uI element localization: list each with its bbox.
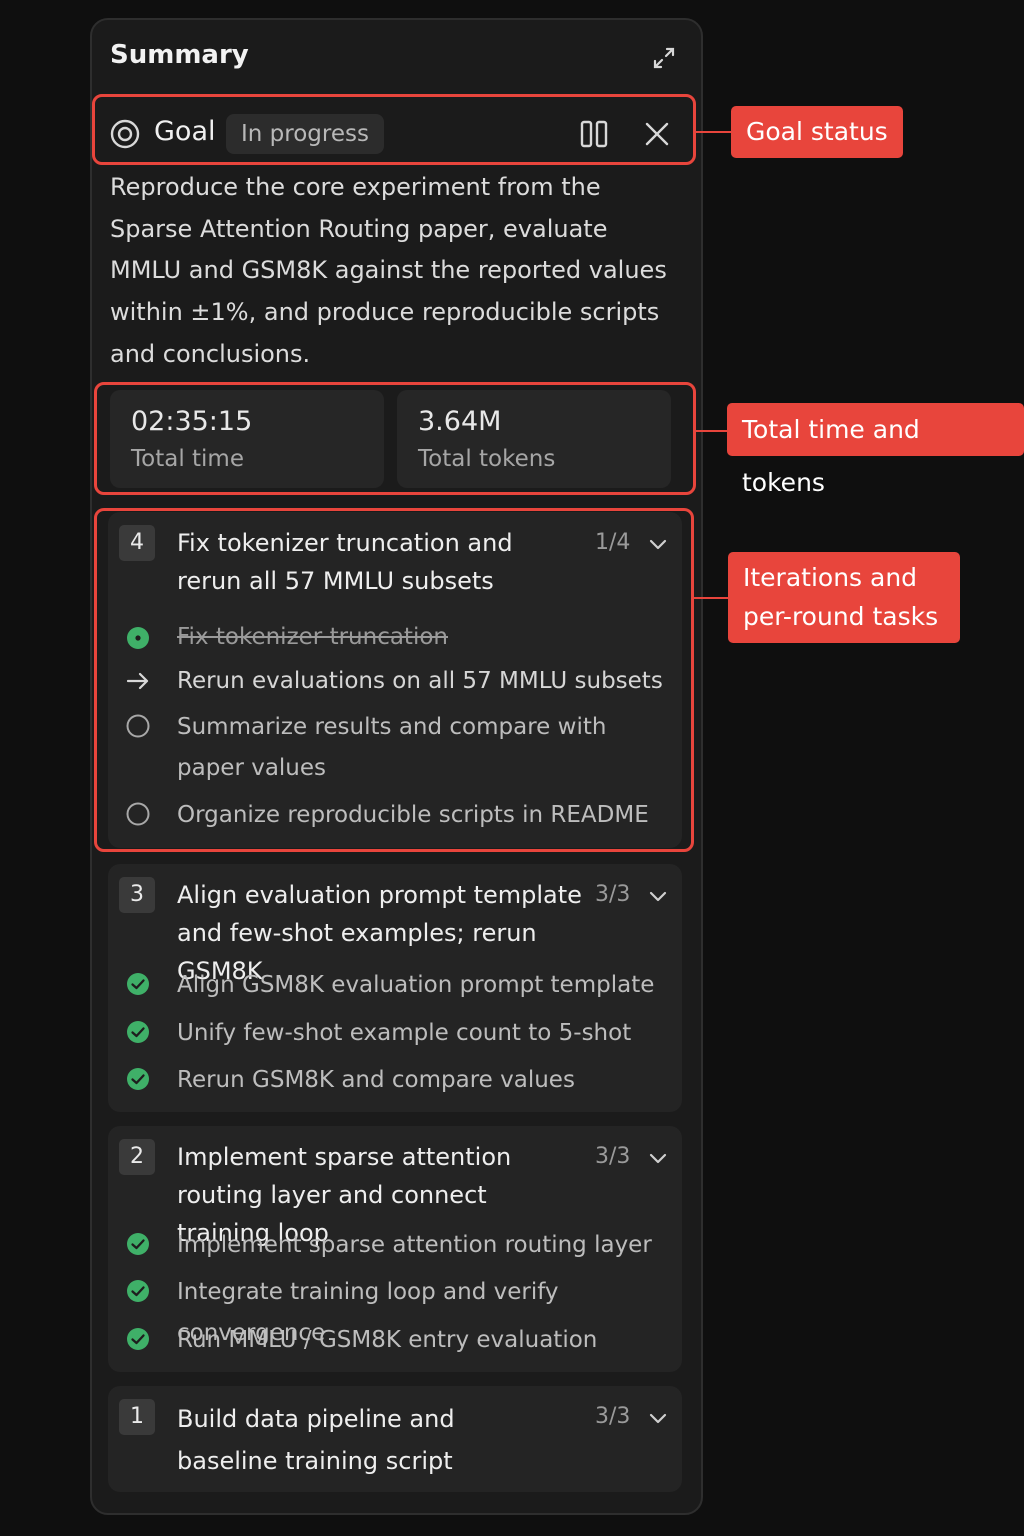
task-item: Align GSM8K evaluation prompt template (177, 972, 655, 998)
iterations-connector (694, 597, 728, 599)
task-item: Run MMLU / GSM8K entry evaluation (177, 1327, 598, 1353)
time-tokens-connector (696, 430, 727, 432)
check-circle-icon (127, 973, 149, 995)
iteration-title: Build data pipeline and baseline trainin… (177, 1405, 455, 1475)
task-item: Implement sparse attention routing layer (177, 1232, 652, 1258)
time-tokens-highlight (94, 382, 696, 495)
iteration-card-3[interactable]: 3 Align evaluation prompt template and f… (108, 864, 682, 1112)
iteration-number: 3 (119, 877, 155, 913)
callout-goal-status: Goal status (731, 106, 903, 158)
check-circle-icon (127, 1280, 149, 1302)
check-circle-icon (127, 1021, 149, 1043)
iteration-progress: 3/3 (595, 1144, 631, 1169)
chevron-down-icon[interactable] (646, 884, 670, 908)
task-item: Unify few-shot example count to 5-shot (177, 1020, 632, 1046)
iteration-progress: 3/3 (595, 1404, 631, 1429)
check-circle-icon (127, 1068, 149, 1090)
iteration-progress: 3/3 (595, 882, 631, 907)
iteration-number: 1 (119, 1399, 155, 1435)
chevron-down-icon[interactable] (646, 1146, 670, 1170)
iteration-card-1[interactable]: 1 Build data pipeline and baseline train… (108, 1386, 682, 1492)
goal-status-highlight (92, 94, 696, 165)
iteration-number: 2 (119, 1139, 155, 1175)
iteration-card-2[interactable]: 2 Implement sparse attention routing lay… (108, 1126, 682, 1372)
callout-time-tokens: Total time and tokens (727, 403, 1024, 497)
check-circle-icon (127, 1328, 149, 1350)
check-circle-icon (127, 1233, 149, 1255)
goal-description: Reproduce the core experiment from the S… (110, 173, 667, 368)
expand-icon[interactable] (650, 44, 678, 72)
panel-title: Summary (110, 40, 249, 70)
iterations-highlight (94, 508, 694, 852)
callout-iterations: Iterations and per-round tasks (728, 552, 960, 643)
goal-status-connector (696, 131, 731, 133)
chevron-down-icon[interactable] (646, 1406, 670, 1430)
task-item: Rerun GSM8K and compare values (177, 1067, 575, 1093)
